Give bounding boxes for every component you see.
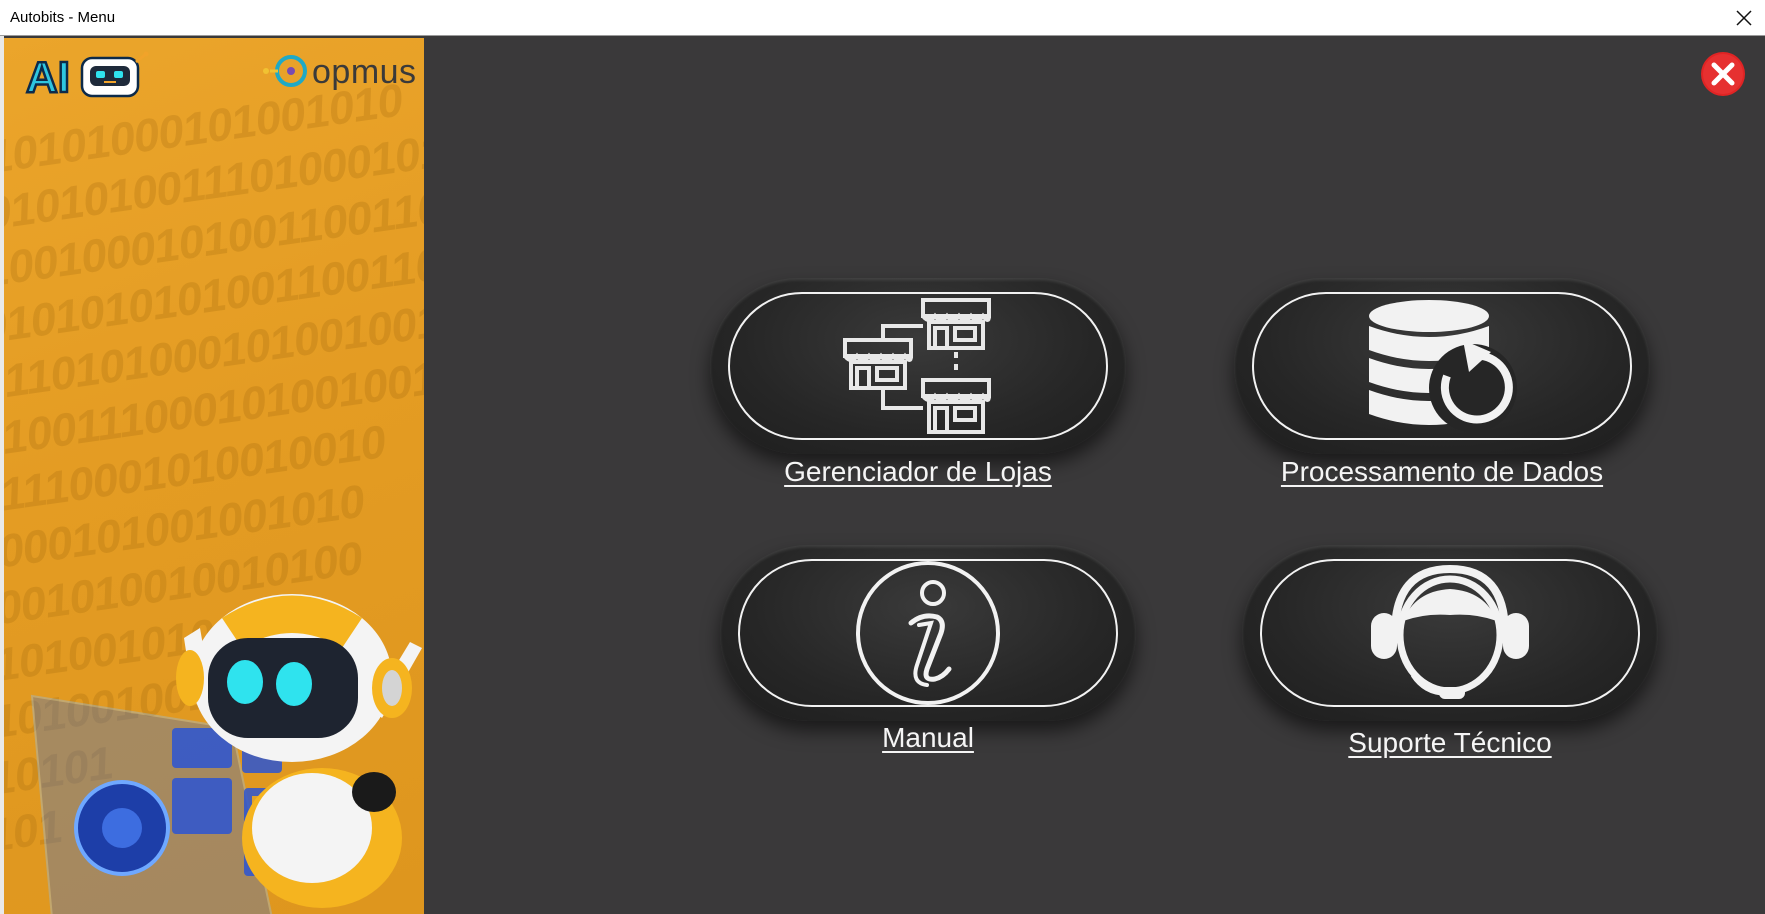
manual-button[interactable] [720, 545, 1136, 721]
window-title: Autobits - Menu [10, 9, 116, 26]
info-icon [856, 561, 1000, 705]
window-close-button[interactable] [1729, 3, 1759, 33]
stores-network-icon [843, 298, 991, 434]
manual-link[interactable]: Manual [720, 722, 1136, 754]
data-processing-button[interactable] [1234, 278, 1650, 454]
ai-logo: AI [24, 50, 152, 103]
headset-support-icon [1371, 564, 1529, 699]
stores-manager-link[interactable]: Gerenciador de Lojas [710, 456, 1126, 488]
database-refresh-icon [1369, 300, 1517, 432]
opmus-logo: opmus [260, 52, 420, 94]
brand-name: opmus [312, 53, 417, 91]
stores-manager-button[interactable] [710, 278, 1126, 454]
sidebar-panel: 10101000101001010 0101010011101000101010 1… [4, 38, 424, 914]
technical-support-button[interactable] [1242, 545, 1658, 721]
window-titlebar: Autobits - Menu [0, 0, 1765, 36]
robot-mascot-illustration [30, 594, 422, 914]
close-icon [1736, 10, 1752, 26]
app-close-button[interactable] [1700, 51, 1746, 97]
ai-logo-text: AI [26, 53, 70, 100]
technical-support-link[interactable]: Suporte Técnico [1242, 727, 1658, 759]
data-processing-link[interactable]: Processamento de Dados [1234, 456, 1650, 488]
